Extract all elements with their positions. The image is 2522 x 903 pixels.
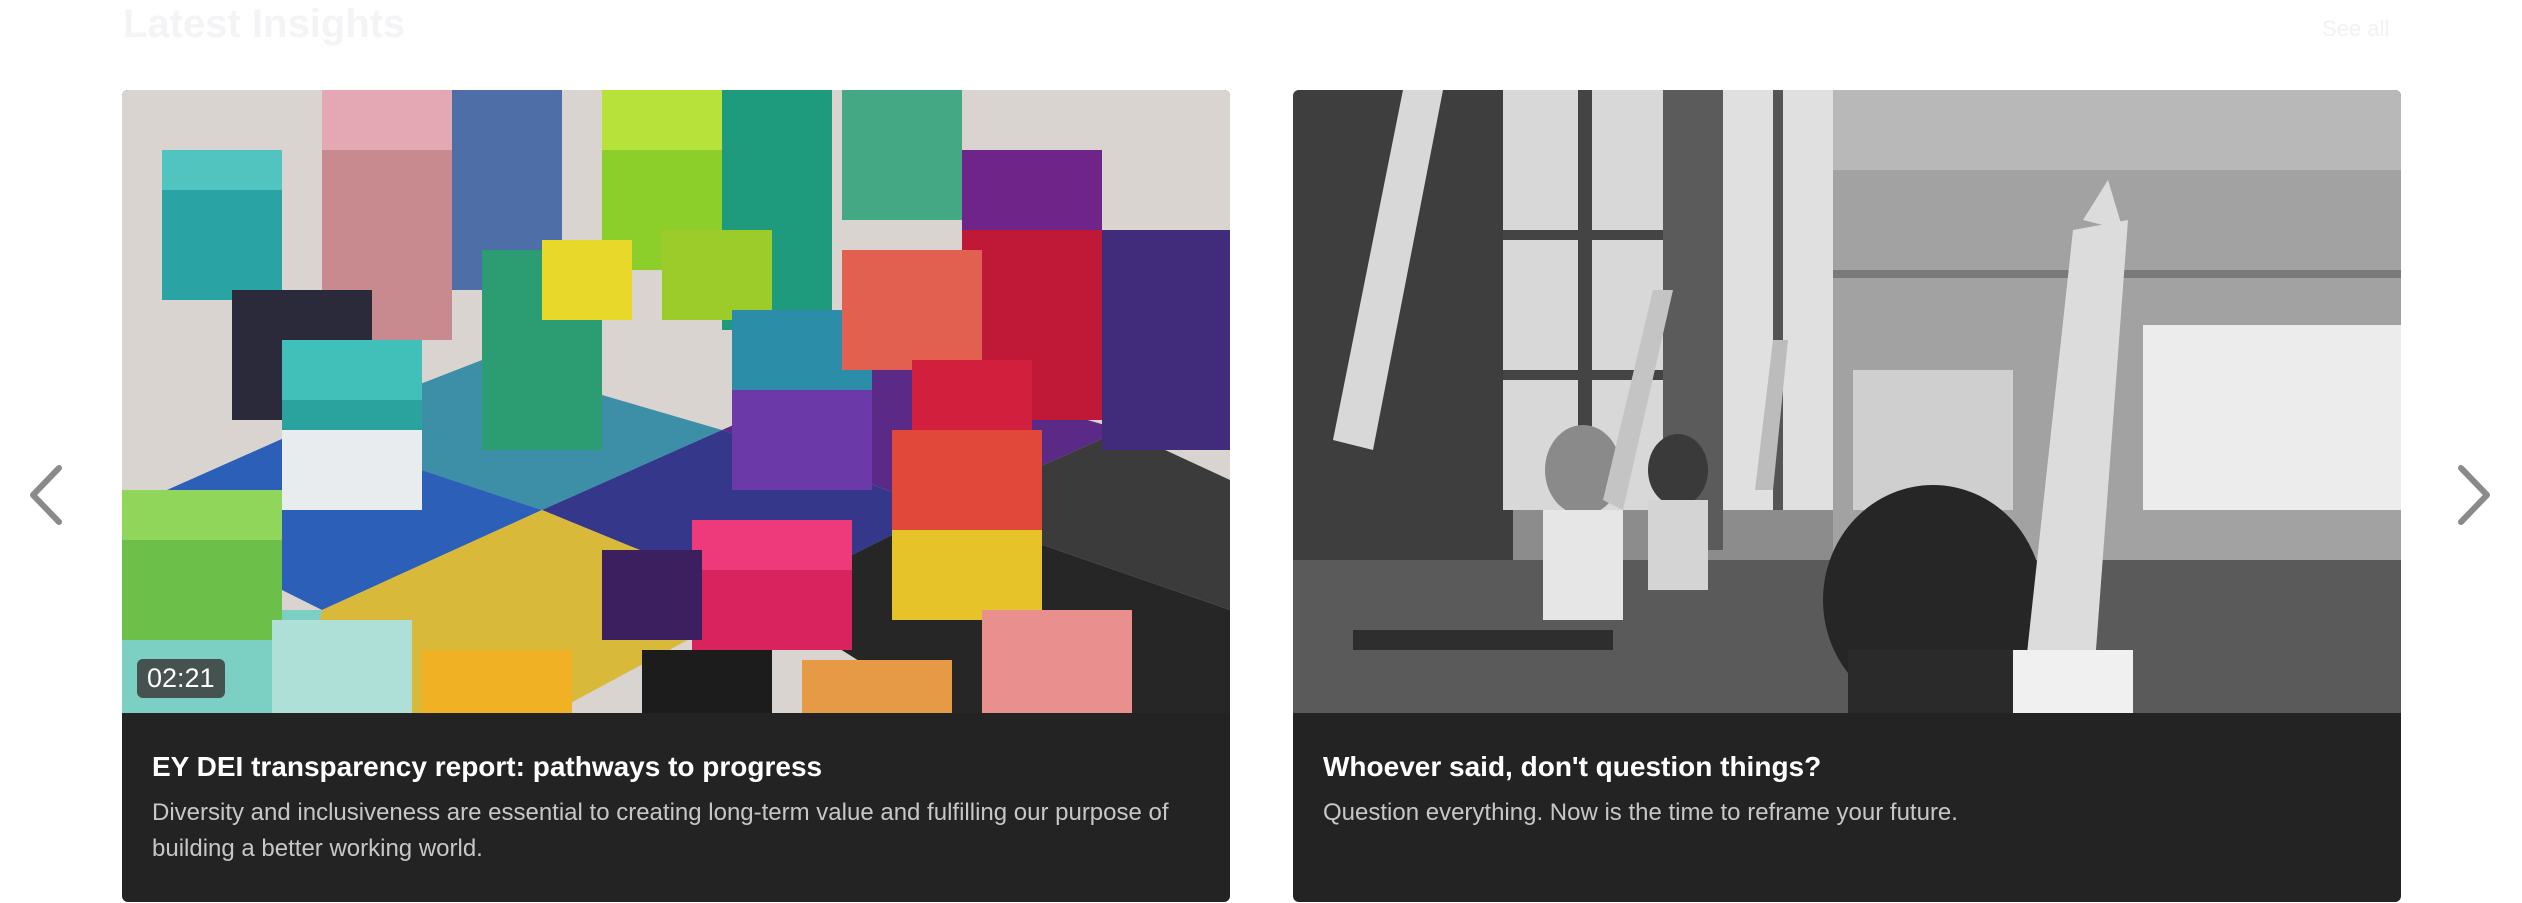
card-description: Diversity and inclusiveness are essentia… xyxy=(152,799,1169,862)
classroom-image xyxy=(1293,90,2401,713)
carousel-prev-button[interactable] xyxy=(10,455,80,535)
chevron-right-icon xyxy=(2458,465,2490,525)
see-all-link[interactable]: See all xyxy=(2322,16,2389,42)
carousel-next-button[interactable] xyxy=(2440,455,2510,535)
insight-card[interactable]: Whoever said, don't question things? Que… xyxy=(1293,90,2401,902)
section-title: Latest Insights xyxy=(123,2,406,46)
chevron-left-icon xyxy=(30,465,62,525)
video-duration-badge: 02:21 xyxy=(137,659,225,698)
colorful-blocks-image xyxy=(122,90,1230,713)
card-image: 02:21 xyxy=(122,90,1230,713)
card-title[interactable]: Whoever said, don't question things? xyxy=(1323,751,2371,783)
card-image xyxy=(1293,90,2401,713)
card-title[interactable]: EY DEI transparency report: pathways to … xyxy=(152,751,1200,783)
card-description: Question everything. Now is the time to … xyxy=(1323,799,1958,826)
insight-card[interactable]: 02:21 EY DEI transparency report: pathwa… xyxy=(122,90,1230,902)
